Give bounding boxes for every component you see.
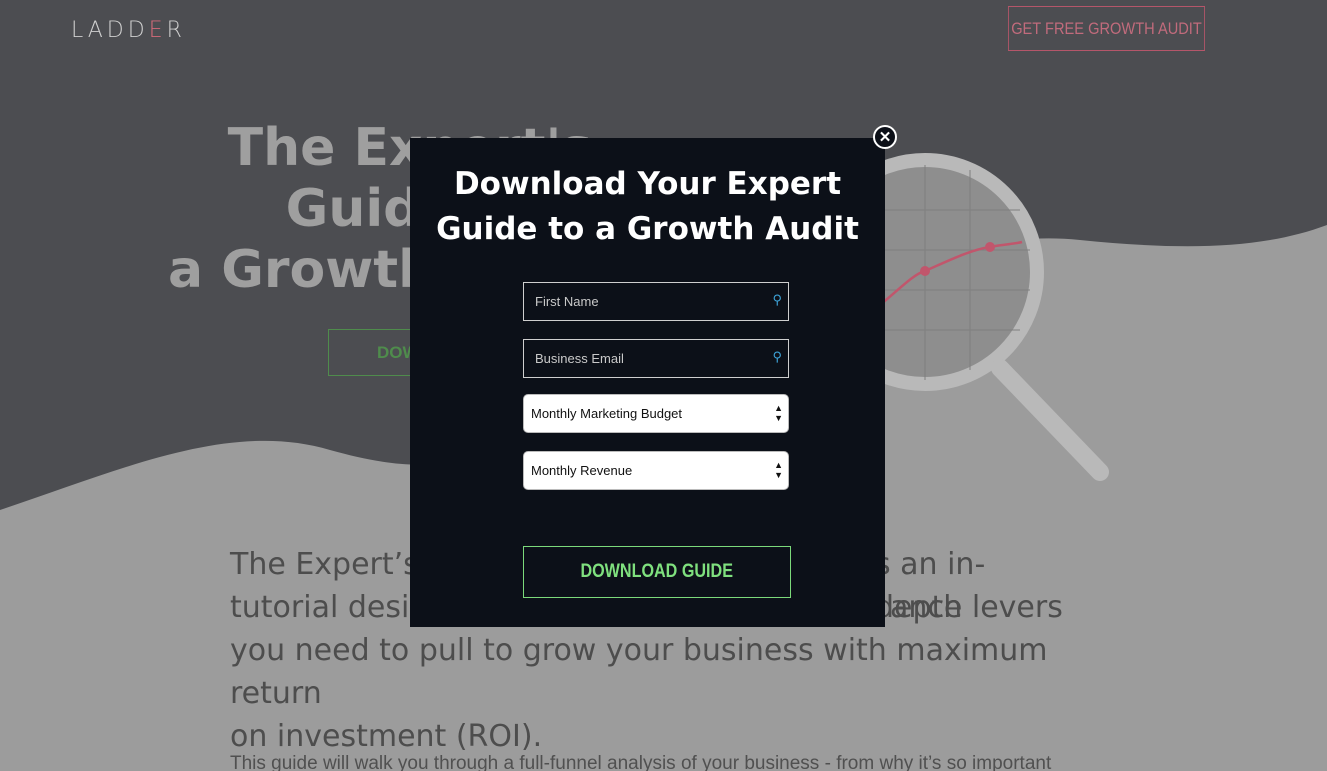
first-name-placeholder: First Name	[535, 294, 599, 309]
autofill-key-icon: ⚲	[772, 292, 782, 307]
monthly-marketing-budget-select[interactable]: Monthly Marketing Budget ▲ ▼	[523, 394, 789, 433]
modal-title-line1: Download Your Expert	[453, 166, 842, 202]
download-guide-button[interactable]: DOWNLOAD GUIDE	[523, 546, 791, 598]
modal-title-line2: Guide to a Growth Audit	[436, 211, 859, 247]
landing-page: LADDER GET FREE GROWTH AUDIT The Expert'…	[0, 0, 1327, 771]
modal-title: Download Your Expert Guide to a Growth A…	[410, 162, 885, 252]
business-email-placeholder: Business Email	[535, 351, 624, 366]
select-arrows-icon: ▲ ▼	[774, 403, 783, 423]
monthly-revenue-select[interactable]: Monthly Revenue ▲ ▼	[523, 451, 789, 490]
download-guide-modal: Download Your Expert Guide to a Growth A…	[410, 138, 885, 627]
revenue-select-value: Monthly Revenue	[531, 463, 633, 478]
close-icon[interactable]: ✕	[873, 125, 897, 149]
business-email-field[interactable]: Business Email ⚲	[523, 339, 789, 378]
budget-select-value: Monthly Marketing Budget	[531, 406, 683, 421]
select-arrows-icon: ▲ ▼	[774, 460, 783, 480]
first-name-field[interactable]: First Name ⚲	[523, 282, 789, 321]
autofill-key-icon: ⚲	[772, 349, 782, 364]
